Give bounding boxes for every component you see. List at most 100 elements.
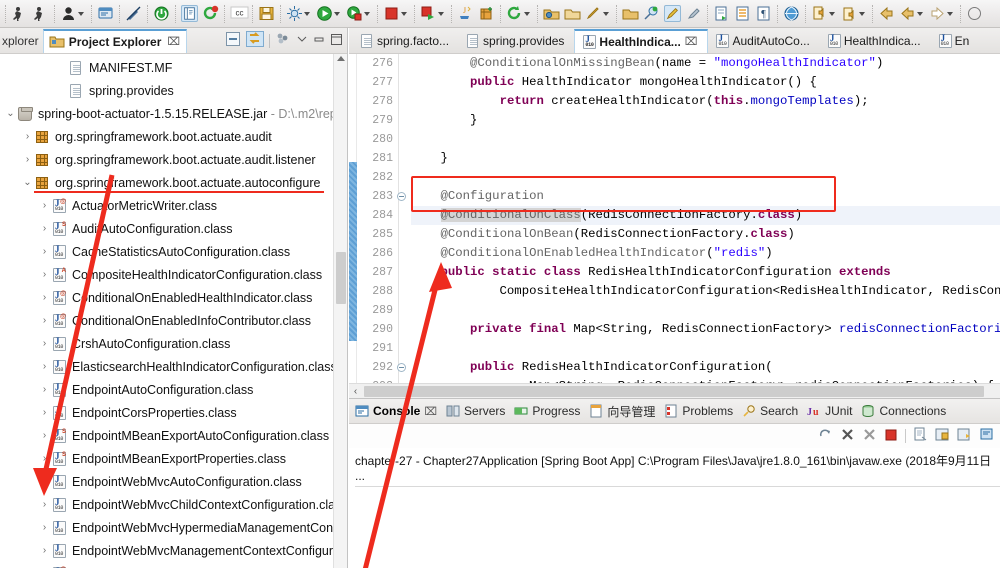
code-line[interactable]: @ConditionalOnBean(RedisConnectionFactor… bbox=[411, 225, 1000, 244]
scroll-up-arrow-icon[interactable] bbox=[337, 56, 345, 61]
code-line[interactable]: @Configuration bbox=[411, 187, 1000, 206]
twisty-icon[interactable]: › bbox=[38, 384, 51, 395]
scrollbar-thumb[interactable] bbox=[336, 252, 346, 304]
open-console-icon[interactable] bbox=[95, 2, 116, 26]
twisty-icon[interactable]: › bbox=[38, 315, 51, 326]
scroll-lock-icon[interactable] bbox=[935, 427, 950, 445]
run-button[interactable] bbox=[314, 2, 344, 26]
minimize-icon[interactable] bbox=[313, 33, 325, 48]
tree-item[interactable]: › CacheStatisticsAutoConfiguration.class bbox=[0, 240, 347, 263]
chevron-down-icon[interactable] bbox=[524, 11, 530, 16]
external-tools-button[interactable] bbox=[418, 2, 448, 26]
close-icon[interactable]: ⌧ bbox=[685, 35, 698, 48]
terminate-all-icon[interactable] bbox=[862, 427, 877, 445]
main-toolbar[interactable]: cc J ¶ bbox=[0, 0, 1000, 28]
console-tab-connections[interactable]: Connections bbox=[861, 404, 946, 418]
console-tab-progress[interactable]: Progress bbox=[514, 404, 580, 418]
twisty-icon[interactable]: › bbox=[38, 338, 51, 349]
twisty-icon[interactable]: › bbox=[38, 499, 51, 510]
save-button[interactable] bbox=[256, 2, 277, 26]
browser-icon-button[interactable] bbox=[781, 2, 802, 26]
console-tab-problems[interactable]: Problems bbox=[664, 404, 733, 418]
code-line[interactable]: @ConditionalOnClass(RedisConnectionFacto… bbox=[411, 206, 1000, 225]
chevron-down-icon[interactable] bbox=[947, 11, 953, 16]
chevron-down-icon[interactable] bbox=[78, 11, 84, 16]
twisty-icon[interactable]: › bbox=[38, 292, 51, 303]
tree-item[interactable]: › EndpointWebMvcChildContextConfiguration… bbox=[0, 493, 347, 516]
inactive-tab-ghost[interactable]: xplorer bbox=[0, 30, 43, 53]
run-last-icon[interactable] bbox=[30, 2, 51, 26]
tree-item[interactable]: › EndpointWebMvcManagementContextConfigur… bbox=[0, 539, 347, 562]
tree-item[interactable]: › CrshAutoConfiguration.class bbox=[0, 332, 347, 355]
tree-item[interactable]: › EndpointCorsProperties.class bbox=[0, 401, 347, 424]
chevron-down-icon[interactable] bbox=[859, 11, 865, 16]
tab-project-explorer[interactable]: Project Explorer ⌧ bbox=[42, 29, 188, 53]
editor-tab[interactable]: En bbox=[931, 29, 980, 53]
console-tab-servers[interactable]: Servers bbox=[446, 404, 505, 418]
tree-item[interactable]: › @ ConditionalOnEnabledHealthIndicator.cl… bbox=[0, 286, 347, 309]
tree-item[interactable]: ›@ExportMetricReader.class bbox=[0, 562, 347, 568]
fold-collapse-icon[interactable] bbox=[397, 363, 406, 372]
chevron-down-icon[interactable] bbox=[364, 11, 370, 16]
editor-tab[interactable]: spring.provides bbox=[459, 29, 574, 53]
collapse-all-icon[interactable] bbox=[225, 31, 241, 50]
next-annotation-button[interactable] bbox=[809, 2, 839, 26]
console-toolbar[interactable] bbox=[349, 424, 1000, 448]
code-line[interactable]: return createHealthIndicator(this.mongoT… bbox=[411, 92, 1000, 111]
editor-body[interactable]: 276 277 278 279 280 281 282 283 284 285 286 287 288 2… bbox=[349, 54, 1000, 398]
link-with-editor-icon[interactable] bbox=[246, 31, 264, 50]
twisty-icon[interactable]: › bbox=[21, 131, 34, 142]
chevron-down-icon[interactable] bbox=[829, 11, 835, 16]
clear-console-icon[interactable] bbox=[913, 427, 928, 445]
open-resource-icon[interactable] bbox=[562, 2, 583, 26]
tree-item[interactable]: › EndpointWebMvcHypermediaManagementCont bbox=[0, 516, 347, 539]
clean-button[interactable] bbox=[683, 2, 704, 26]
edit-button[interactable] bbox=[583, 2, 613, 26]
editor-tabbar[interactable]: spring.facto... spring.provides HealthIndi… bbox=[349, 28, 1000, 54]
cc-icon[interactable]: cc bbox=[228, 2, 249, 26]
terminate-icon[interactable] bbox=[840, 427, 855, 445]
tree-item[interactable]: › S EndpointMBeanExportAutoConfiguration.c… bbox=[0, 424, 347, 447]
code-line[interactable]: public static class RedisHealthIndicator… bbox=[411, 263, 1000, 282]
console-output[interactable]: chapter-27 - Chapter27Application [Sprin… bbox=[349, 448, 1000, 487]
twisty-icon[interactable]: ⌄ bbox=[21, 177, 34, 188]
code-line[interactable]: @ConditionalOnEnabledHealthIndicator("re… bbox=[411, 244, 1000, 263]
code-text[interactable]: @ConditionalOnMissingBean(name = "mongoH… bbox=[411, 54, 1000, 398]
editor-tab[interactable]: spring.facto... bbox=[353, 29, 459, 53]
tree-item[interactable]: › @ ConditionalOnEnabledInfoContributor.cl… bbox=[0, 309, 347, 332]
backward-button[interactable] bbox=[897, 2, 927, 26]
code-line[interactable]: public RedisHealthIndicatorConfiguration… bbox=[411, 358, 1000, 377]
code-line[interactable]: } bbox=[411, 111, 1000, 130]
tree-item[interactable]: › S EndpointMBeanExportProperties.class bbox=[0, 447, 347, 470]
fold-collapse-icon[interactable] bbox=[397, 192, 406, 201]
chevron-down-icon[interactable] bbox=[438, 11, 444, 16]
console-tabbar[interactable]: Console ⌧ Servers Progress 向导管理 Problems Searc… bbox=[349, 399, 1000, 424]
chevron-down-icon[interactable] bbox=[917, 11, 923, 16]
search-icon-button[interactable] bbox=[641, 2, 662, 26]
tree-item[interactable]: MANIFEST.MF bbox=[0, 56, 347, 79]
twisty-icon[interactable]: › bbox=[38, 246, 51, 257]
pin-console-icon[interactable] bbox=[957, 427, 972, 445]
tree-item[interactable]: › org.springframework.boot.actuate.audit.… bbox=[0, 148, 347, 171]
console-tab-console[interactable]: Console ⌧ bbox=[355, 404, 437, 418]
tree-item[interactable]: › org.springframework.boot.actuate.audit bbox=[0, 125, 347, 148]
new-package-icon[interactable] bbox=[476, 2, 497, 26]
build-button[interactable] bbox=[284, 2, 314, 26]
code-line[interactable]: @ConditionalOnMissingBean(name = "mongoH… bbox=[411, 54, 1000, 73]
console-tab--[interactable]: 向导管理 bbox=[589, 403, 655, 420]
chevron-down-icon[interactable] bbox=[334, 11, 340, 16]
twisty-icon[interactable]: › bbox=[38, 200, 51, 211]
chevron-down-icon[interactable] bbox=[603, 11, 609, 16]
stop-button[interactable] bbox=[381, 2, 411, 26]
code-line[interactable] bbox=[411, 168, 1000, 187]
hscrollbar-thumb[interactable] bbox=[364, 385, 984, 397]
open-type-icon[interactable] bbox=[541, 2, 562, 26]
tree-item[interactable]: › ElasticsearchHealthIndicatorConfigurati… bbox=[0, 355, 347, 378]
java-perspective-icon[interactable]: J bbox=[455, 2, 476, 26]
editor-tab[interactable]: AuditAutoCo... bbox=[708, 29, 819, 53]
twisty-icon[interactable]: › bbox=[21, 154, 34, 165]
twisty-icon[interactable]: › bbox=[38, 407, 51, 418]
editor-tab[interactable]: HealthIndica... bbox=[820, 29, 931, 53]
open-file-icon[interactable] bbox=[620, 2, 641, 26]
code-line[interactable]: public HealthIndicator mongoHealthIndica… bbox=[411, 73, 1000, 92]
